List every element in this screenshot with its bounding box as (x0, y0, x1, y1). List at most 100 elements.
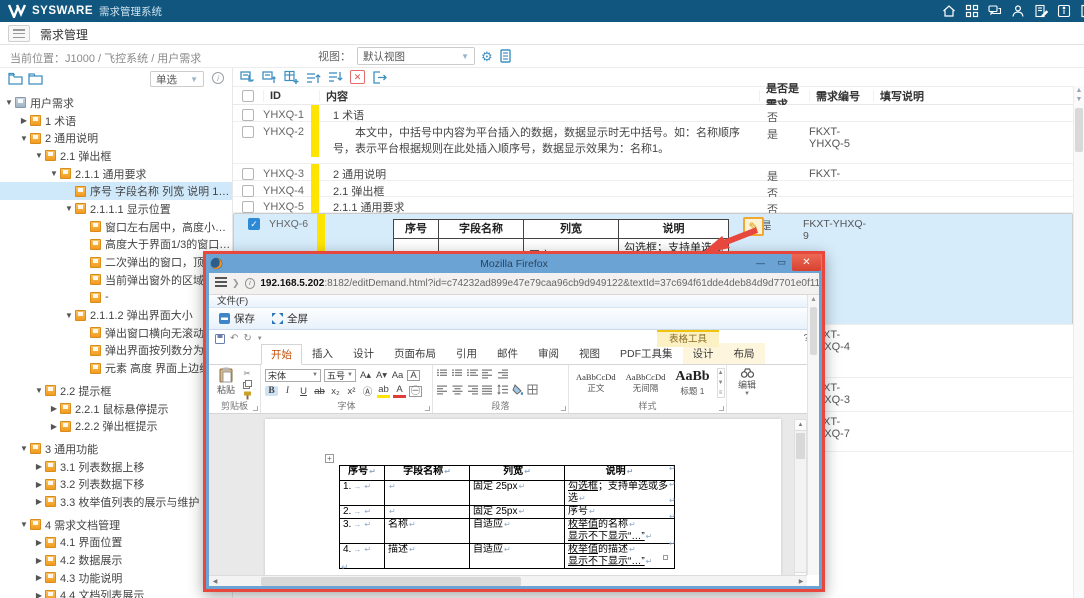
tree-item[interactable]: ▼2 通用说明 (0, 129, 232, 147)
row-checkbox[interactable] (242, 168, 254, 180)
styles-scroll-strip[interactable]: ▲▼≡ (717, 368, 725, 398)
tree-collapse-icon[interactable]: ▼ (34, 386, 44, 395)
borders-grid-icon[interactable] (527, 384, 538, 398)
numbered-list-icon[interactable] (452, 368, 463, 382)
subscript-button[interactable]: x₂ (329, 386, 342, 397)
tree-expand-icon[interactable]: ▶ (34, 573, 44, 582)
align-right-icon[interactable] (467, 384, 478, 398)
scrollbar-thumb[interactable] (261, 577, 521, 586)
row-checkbox[interactable] (242, 201, 254, 213)
horizontal-scrollbar[interactable]: ◀ ▶ (209, 575, 807, 586)
tree-item[interactable]: ▼2.1.1 通用要求 (0, 165, 232, 183)
ribbon-tab-邮件[interactable]: 邮件 (487, 343, 528, 364)
scroll-left-icon[interactable]: ◀ (209, 578, 221, 585)
add-table-icon[interactable] (284, 70, 299, 85)
info-circle-icon[interactable]: i (212, 72, 224, 84)
tree-item[interactable]: 窗口左右居中，高度小于界面1/3的窗... (0, 218, 232, 236)
tree-item[interactable]: 序号 字段名称 列宽 说明 1. 固定25px 勾... (0, 182, 232, 200)
row-checkbox[interactable] (242, 185, 254, 197)
dialog-launcher-icon[interactable] (561, 406, 566, 411)
decrease-indent-icon[interactable] (482, 368, 493, 382)
font-color-icon[interactable]: A (393, 384, 406, 398)
save-button[interactable]: 保存 (215, 310, 258, 327)
file-menu[interactable]: 文件(F) (217, 296, 248, 307)
align-center-icon[interactable] (452, 384, 463, 398)
dialog-launcher-icon[interactable] (253, 406, 258, 411)
home-icon[interactable] (942, 4, 956, 18)
tree-item[interactable]: ▶1 术语 (0, 112, 232, 130)
tree-item[interactable]: ▼2.1.1.1 显示位置 (0, 200, 232, 218)
popup-titlebar[interactable]: Mozilla Firefox — ▭ ✕ (206, 254, 822, 273)
apps-icon[interactable] (965, 4, 979, 18)
tree-item[interactable]: ▼2.2 提示框 (0, 382, 232, 400)
folder-close-icon[interactable] (28, 72, 43, 85)
table-row[interactable]: YHXQ-2本文中，中括号中内容为平台插入的数据，数据显示时无中括号。如：名称顺… (233, 122, 1073, 164)
enclose-character-icon[interactable]: ㊀ (409, 386, 422, 397)
style-chip-标题 1[interactable]: AaBb标题 1 (672, 368, 712, 398)
tree-item[interactable]: ▼用户需求 (0, 94, 232, 112)
tree-item[interactable]: ▶2.2.1 鼠标悬停提示 (0, 400, 232, 418)
collapse-all-icon[interactable] (262, 70, 277, 85)
info-icon[interactable] (1057, 4, 1071, 18)
qat-dropdown-icon[interactable]: ▼ (257, 334, 263, 344)
delete-icon[interactable]: ✕ (350, 70, 365, 84)
ribbon-tab-插入[interactable]: 插入 (302, 343, 343, 364)
tree-item[interactable]: ▶3.3 枚举值列表的展示与维护 (0, 493, 232, 511)
change-case-icon[interactable]: Aa (391, 370, 404, 381)
tree-item[interactable]: ▶4.3 功能说明 (0, 569, 232, 587)
table-resize-handle[interactable] (663, 555, 668, 560)
superscript-button[interactable]: x² (345, 386, 358, 397)
scroll-down-icon[interactable]: ▼ (1074, 95, 1084, 104)
ribbon-context-tab-布局[interactable]: 布局 (724, 343, 765, 364)
align-left-icon[interactable] (437, 384, 448, 398)
scrollbar-thumb[interactable] (810, 307, 817, 355)
tree-item[interactable]: 当前弹出窗外的区域遮罩显示。 (0, 271, 232, 289)
highlight-color-icon[interactable]: ab (377, 384, 390, 398)
row-checkbox[interactable] (242, 126, 254, 138)
gear-icon[interactable]: ⚙ (481, 50, 493, 63)
bullet-list-icon[interactable] (437, 368, 448, 382)
tree-item[interactable]: ▼4 需求文档管理 (0, 516, 232, 534)
document-page[interactable]: + 序号↵字段名称↵列宽↵说明↵1.→↵↵固定 25px↵勾选框；支持单选或多选… (265, 419, 781, 586)
tree-collapse-icon[interactable]: ▼ (64, 204, 74, 213)
tree-item[interactable]: ▶4.1 界面位置 (0, 534, 232, 552)
export-icon[interactable] (372, 70, 387, 85)
dialog-launcher-icon[interactable] (719, 406, 724, 411)
scrollbar-thumb[interactable] (1075, 108, 1083, 152)
table-row[interactable]: YHXQ-52.1.1 通用要求否 (233, 197, 1073, 213)
table-move-handle[interactable]: + (325, 454, 334, 463)
table-row[interactable]: YHXQ-32 通用说明是FKXT-YHXQ-1 (233, 164, 1073, 181)
tree-expand-icon[interactable]: ▶ (19, 116, 29, 125)
ribbon-tab-设计[interactable]: 设计 (343, 343, 384, 364)
bold-button[interactable]: B (265, 386, 278, 396)
tree-expand-icon[interactable]: ▶ (34, 591, 44, 598)
browser-scrollbar[interactable]: ▲ (807, 295, 819, 575)
scroll-up-icon[interactable]: ▲ (795, 420, 806, 431)
tree-expand-icon[interactable]: ▶ (34, 556, 44, 565)
tree-item[interactable]: ▶3.2 列表数据下移 (0, 475, 232, 493)
shrink-font-icon[interactable]: A▾ (375, 370, 388, 381)
tree-item[interactable]: - (0, 289, 232, 307)
copy-icon[interactable] (243, 380, 252, 389)
tree-expand-icon[interactable]: ▶ (34, 497, 44, 506)
tree-item[interactable]: ▼2.1.1.2 弹出界面大小 (0, 306, 232, 324)
main-scrollbar[interactable]: ▲ ▼ (1073, 86, 1084, 598)
move-up-icon[interactable] (306, 70, 321, 85)
tree-item[interactable]: 元素 高度 界面上边线 1 标题栏 28 p... (0, 359, 232, 377)
ribbon-tab-审阅[interactable]: 审阅 (528, 343, 569, 364)
style-chip-正文[interactable]: AaBbCcDd正文 (573, 368, 619, 398)
justify-icon[interactable] (482, 384, 493, 398)
table-row[interactable]: YHXQ-42.1 弹出框否 (233, 181, 1073, 197)
strikethrough-button[interactable]: ab (313, 386, 326, 397)
character-border-icon[interactable]: A (407, 370, 420, 381)
tree-expand-icon[interactable]: ▶ (34, 462, 44, 471)
user-icon[interactable] (1011, 4, 1025, 18)
ribbon-tab-引用[interactable]: 引用 (446, 343, 487, 364)
tree-item[interactable]: 弹出窗口横向无滚动条，纵向超出最... (0, 324, 232, 342)
expand-all-icon[interactable] (240, 70, 255, 85)
line-spacing-icon[interactable] (497, 384, 508, 398)
move-down-icon[interactable] (328, 70, 343, 85)
tree-item[interactable]: ▶4.2 数据展示 (0, 551, 232, 569)
site-info-icon[interactable]: i (245, 278, 256, 289)
tree-collapse-icon[interactable]: ▼ (19, 134, 29, 143)
